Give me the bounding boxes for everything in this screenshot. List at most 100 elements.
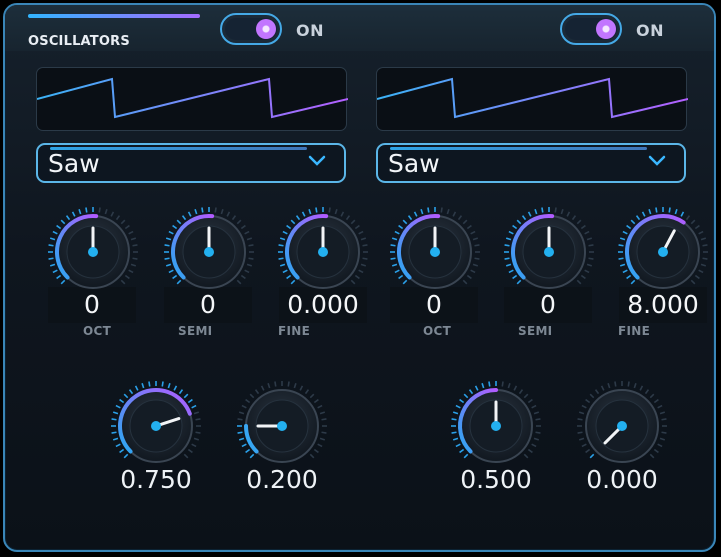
knob-tick: [618, 257, 624, 260]
knob-tick: [653, 398, 659, 404]
knob-tick: [274, 381, 277, 387]
knob-tick: [130, 263, 137, 267]
knob-tick: [120, 219, 126, 225]
knob-tick: [119, 448, 125, 454]
knob-tick: [578, 411, 585, 415]
knob-tick: [248, 244, 254, 247]
knob-tick: [639, 385, 644, 391]
knob-tick: [630, 219, 636, 225]
knob-tick: [466, 274, 472, 280]
knob-tick: [657, 443, 663, 448]
knob-tick: [313, 448, 319, 454]
knob-tick: [319, 411, 326, 415]
knob-tick: [176, 279, 182, 285]
knob-tick: [657, 404, 663, 409]
knob-tick: [115, 215, 121, 221]
osc1-waveform-select[interactable]: Saw: [36, 143, 346, 183]
knob-tick: [635, 215, 641, 221]
knob-tick: [245, 448, 251, 454]
knob-tick: [309, 453, 315, 459]
knob-tick: [585, 398, 591, 404]
knob-tick: [360, 237, 367, 241]
knob-tick: [56, 224, 62, 230]
osc2-waveform-value: Saw: [388, 149, 440, 178]
knob-tick: [165, 237, 172, 241]
knob-tick: [586, 263, 593, 267]
knob-tick: [115, 404, 121, 409]
knob-tick: [504, 257, 510, 260]
knob-tick: [580, 224, 586, 230]
knob-tick: [195, 418, 201, 421]
knob-tick: [700, 237, 707, 241]
knob-tick: [354, 224, 360, 230]
knob-tick: [313, 398, 319, 404]
knob-tick: [584, 230, 590, 235]
knob-tick: [354, 274, 360, 280]
knob-tick: [513, 385, 518, 391]
knob-tick: [619, 237, 626, 241]
knob-tick: [481, 382, 485, 389]
knob-tick: [48, 244, 54, 247]
knob-tick: [290, 219, 296, 225]
knob-tick: [466, 224, 472, 230]
knob-tick: [702, 244, 708, 247]
knob-tick: [452, 411, 459, 415]
toggle-knob: [596, 19, 616, 39]
osc1-fine-knob[interactable]: [275, 204, 371, 300]
osc1-oct-label: OCT: [83, 324, 112, 338]
knob-tick: [249, 393, 255, 399]
osc2-waveform-display: [376, 67, 688, 131]
knob-tick: [391, 263, 398, 267]
osc2-level-knob[interactable]: [448, 378, 544, 474]
osc1-level-knob[interactable]: [108, 378, 204, 474]
knob-tick: [241, 404, 247, 409]
knob-tick: [328, 207, 331, 213]
knob-tick: [452, 437, 459, 441]
knob-tick: [523, 453, 529, 459]
knob-center-dot: [491, 421, 501, 431]
knob-tick: [584, 269, 590, 274]
knob-tick: [187, 398, 193, 404]
knob-tick: [237, 418, 243, 421]
knob-tick: [571, 215, 577, 221]
knob-tick: [244, 230, 250, 235]
osc2-power-toggle[interactable]: [560, 13, 622, 45]
osc2-waveform-select[interactable]: Saw: [376, 143, 686, 183]
knob-tick: [321, 418, 327, 421]
osc2-semi-knob[interactable]: [501, 204, 597, 300]
osc2-fine-knob[interactable]: [615, 204, 711, 300]
knob-tick: [690, 279, 696, 285]
section-title: OSCILLATORS: [28, 34, 130, 49]
knob-tick: [566, 211, 571, 217]
osc2-oct-knob[interactable]: [387, 204, 483, 300]
knob-tick: [181, 215, 187, 221]
knob-center-dot: [658, 247, 668, 257]
knob-tick: [690, 219, 696, 225]
knob-tick: [655, 207, 658, 213]
knob-tick: [455, 443, 461, 448]
knob-tick: [578, 437, 585, 441]
knob-tick: [468, 389, 474, 395]
knob-tick: [474, 257, 480, 260]
knob-center-dot: [617, 421, 627, 431]
osc2-pan-knob[interactable]: [574, 378, 670, 474]
knob-tick: [360, 263, 367, 267]
knob-tick: [420, 208, 424, 215]
knob-tick: [132, 244, 138, 247]
knob-tick: [60, 279, 66, 285]
knob-tick: [244, 269, 250, 274]
knob-tick: [527, 211, 532, 217]
knob-tick: [301, 211, 306, 217]
knob-tick: [237, 431, 243, 434]
osc1-pan-knob[interactable]: [234, 378, 330, 474]
osc1-oct-knob[interactable]: [45, 204, 141, 300]
osc1-power-toggle[interactable]: [220, 13, 282, 45]
knob-tick: [427, 207, 430, 213]
knob-tick: [700, 263, 707, 267]
knob-tick: [164, 257, 170, 260]
osc1-semi-knob[interactable]: [161, 204, 257, 300]
osc2-toggle-label: ON: [636, 21, 664, 40]
knob-tick: [531, 404, 537, 409]
knob-tick: [128, 269, 134, 274]
knob-tick: [649, 453, 655, 459]
